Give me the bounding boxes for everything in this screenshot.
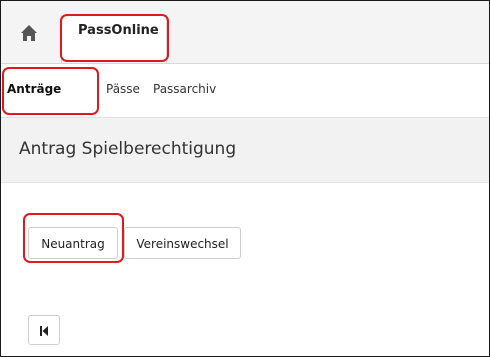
tab-bar: PassOnline — [1, 1, 489, 64]
sub-navigation: Anträge Pässe Passarchiv — [1, 64, 489, 116]
subnav-item-antraege[interactable]: Anträge — [7, 82, 61, 96]
club-change-button[interactable]: Vereinswechsel — [124, 227, 241, 259]
new-application-button[interactable]: Neuantrag — [28, 227, 118, 259]
tab-passonline-label: PassOnline — [78, 23, 159, 38]
first-page-icon — [40, 325, 48, 336]
first-page-button[interactable] — [28, 315, 60, 345]
home-icon[interactable] — [19, 23, 39, 43]
section-header: Antrag Spielberechtigung — [1, 117, 489, 183]
subnav-item-passarchiv[interactable]: Passarchiv — [153, 82, 216, 96]
page-title: Antrag Spielberechtigung — [19, 139, 237, 159]
app-frame: PassOnline Anträge Pässe Passarchiv Antr… — [0, 0, 490, 357]
subnav-item-paesse[interactable]: Pässe — [106, 82, 140, 96]
tab-passonline[interactable]: PassOnline — [61, 15, 167, 63]
